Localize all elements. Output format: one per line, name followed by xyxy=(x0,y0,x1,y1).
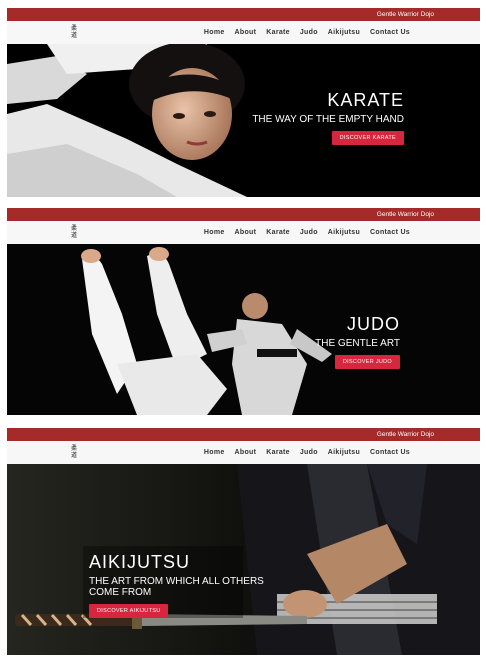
nav-aikijutsu[interactable]: Aikijutsu xyxy=(328,29,360,36)
slide-title: KARATE xyxy=(327,90,404,110)
logo[interactable]: 柔 道 xyxy=(68,445,80,460)
nav-judo[interactable]: Judo xyxy=(300,29,318,36)
site-name: Gentle Warrior Dojo xyxy=(376,11,434,18)
slide-panel-karate: Gentle Warrior Dojo 柔 道 Home About Karat… xyxy=(7,8,480,197)
slide-subtitle: THE WAY OF THE EMPTY HAND xyxy=(252,114,404,125)
nav-judo[interactable]: Judo xyxy=(300,229,318,236)
top-bar: Gentle Warrior Dojo xyxy=(7,8,480,21)
slide-panel-aikijutsu: Gentle Warrior Dojo 柔 道 Home About Karat… xyxy=(7,428,480,655)
slide-subtitle: THE GENTLE ART xyxy=(315,338,400,349)
nav-home[interactable]: Home xyxy=(204,229,225,236)
slide-panel-judo: Gentle Warrior Dojo 柔 道 Home About Karat… xyxy=(7,208,480,415)
logo[interactable]: 柔 道 xyxy=(68,25,80,40)
nav-bar: 柔 道 Home About Karate Judo Aikijutsu Con… xyxy=(7,21,480,45)
nav-about[interactable]: About xyxy=(235,449,257,456)
slide-subtitle: THE ART FROM WHICH ALL OTHERS COME FROM xyxy=(89,576,264,598)
nav-aikijutsu[interactable]: Aikijutsu xyxy=(328,449,360,456)
discover-aikijutsu-button[interactable]: DISCOVER AIKIJUTSU xyxy=(89,604,169,618)
logo-glyph: 柔 xyxy=(70,445,77,452)
nav-bar: 柔 道 Home About Karate Judo Aikijutsu Con… xyxy=(7,221,480,245)
nav-karate[interactable]: Karate xyxy=(266,229,290,236)
discover-judo-button[interactable]: DISCOVER JUDO xyxy=(334,355,400,369)
top-bar: Gentle Warrior Dojo xyxy=(7,428,480,441)
discover-karate-button[interactable]: DISCOVER KARATE xyxy=(331,131,404,145)
hero-text-karate: KARATE THE WAY OF THE EMPTY HAND DISCOVE… xyxy=(244,90,404,145)
nav-about[interactable]: About xyxy=(235,29,257,36)
site-name: Gentle Warrior Dojo xyxy=(376,431,434,438)
nav-aikijutsu[interactable]: Aikijutsu xyxy=(328,229,360,236)
nav-judo[interactable]: Judo xyxy=(300,449,318,456)
site-name: Gentle Warrior Dojo xyxy=(376,211,434,218)
nav-contact-us[interactable]: Contact Us xyxy=(370,29,410,36)
nav-karate[interactable]: Karate xyxy=(266,29,290,36)
nav-about[interactable]: About xyxy=(235,229,257,236)
nav-contact-us[interactable]: Contact Us xyxy=(370,449,410,456)
slide-title: JUDO xyxy=(347,314,400,334)
hero-image-judo: JUDO THE GENTLE ART DISCOVER JUDO xyxy=(7,244,480,415)
logo-glyph: 柔 xyxy=(70,25,77,32)
hero-text-aikijutsu: AIKIJUTSU THE ART FROM WHICH ALL OTHERS … xyxy=(89,552,289,618)
logo[interactable]: 柔 道 xyxy=(68,225,80,240)
nav-bar: 柔 道 Home About Karate Judo Aikijutsu Con… xyxy=(7,441,480,465)
main-nav: Home About Karate Judo Aikijutsu Contact… xyxy=(204,21,410,44)
nav-karate[interactable]: Karate xyxy=(266,449,290,456)
main-nav: Home About Karate Judo Aikijutsu Contact… xyxy=(204,441,410,464)
logo-glyph: 道 xyxy=(70,32,77,39)
top-bar: Gentle Warrior Dojo xyxy=(7,208,480,221)
hero-text-judo: JUDO THE GENTLE ART DISCOVER JUDO xyxy=(240,314,400,369)
hero-image-karate: KARATE THE WAY OF THE EMPTY HAND DISCOVE… xyxy=(7,44,480,197)
logo-glyph: 道 xyxy=(70,452,77,459)
nav-home[interactable]: Home xyxy=(204,449,225,456)
nav-home[interactable]: Home xyxy=(204,29,225,36)
logo-glyph: 柔 xyxy=(70,225,77,232)
hero-image-aikijutsu: AIKIJUTSU THE ART FROM WHICH ALL OTHERS … xyxy=(7,464,480,655)
slide-title: AIKIJUTSU xyxy=(89,552,191,572)
main-nav: Home About Karate Judo Aikijutsu Contact… xyxy=(204,221,410,244)
logo-glyph: 道 xyxy=(70,232,77,239)
nav-contact-us[interactable]: Contact Us xyxy=(370,229,410,236)
